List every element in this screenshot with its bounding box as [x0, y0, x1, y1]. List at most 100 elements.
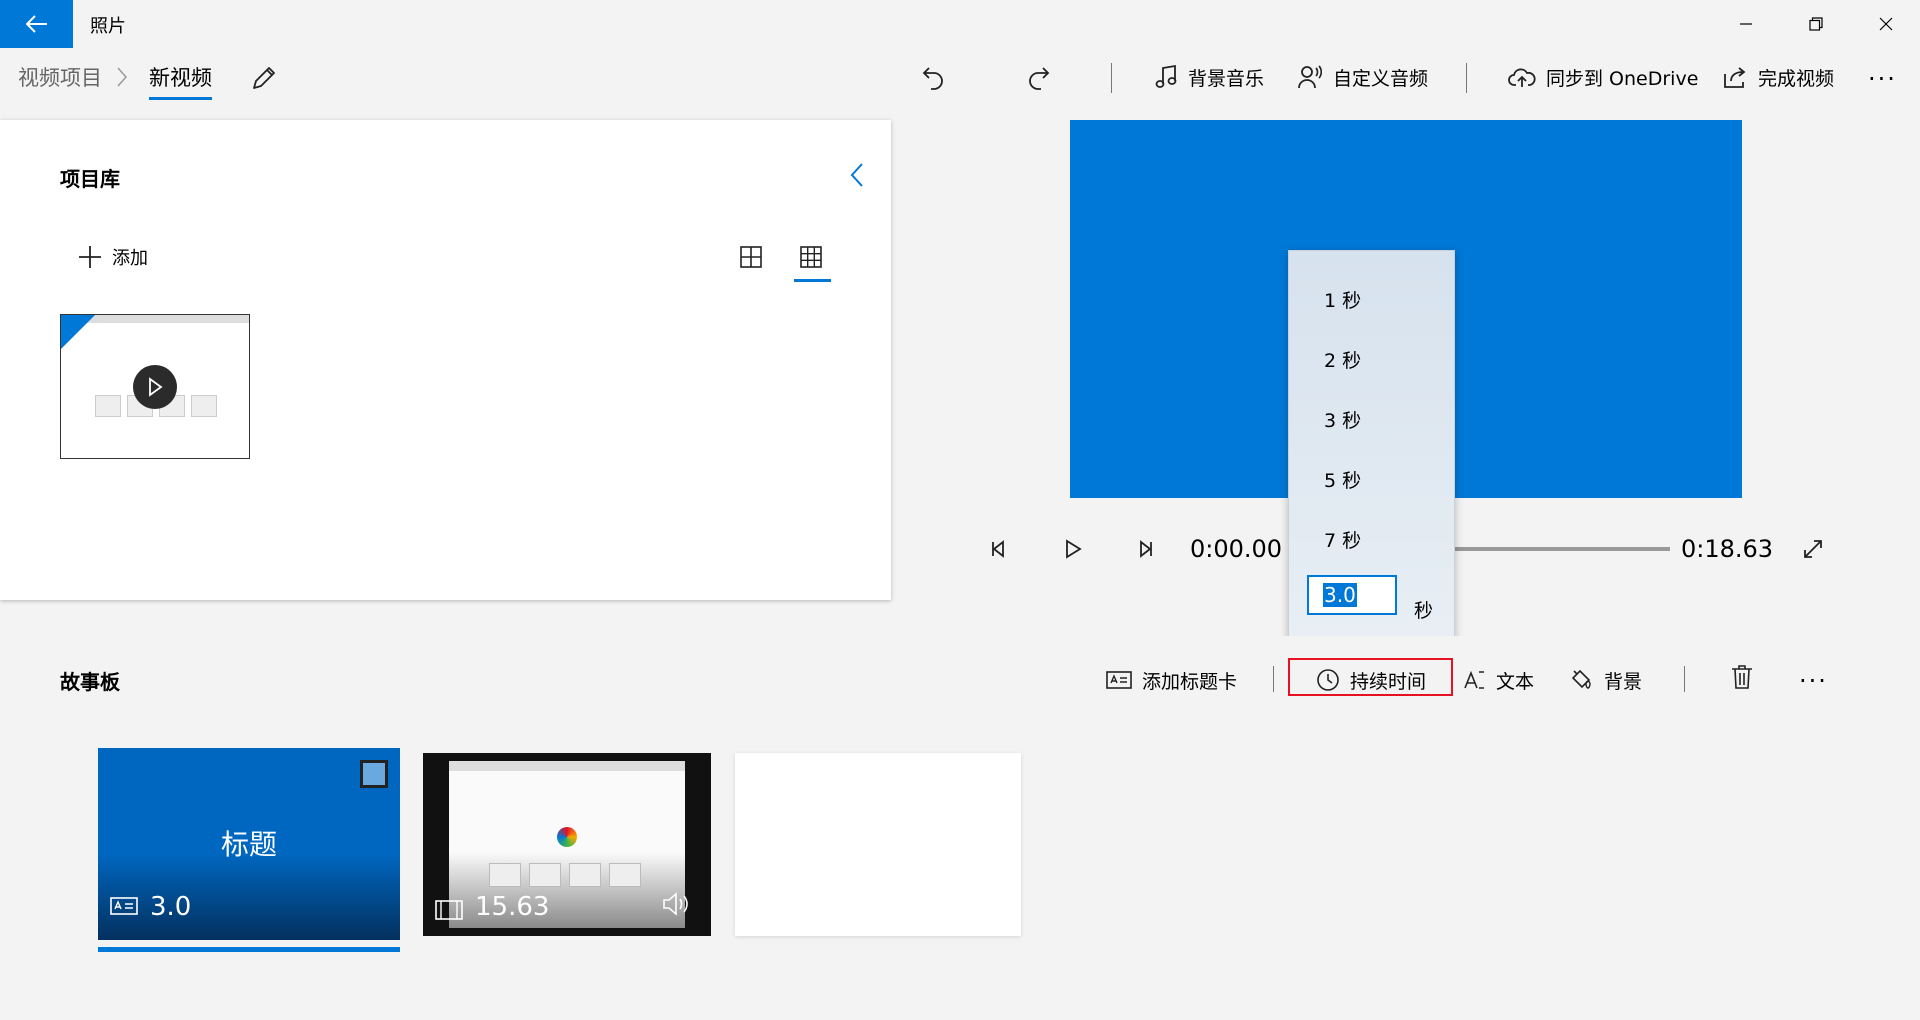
- duration-menu: 1 秒 2 秒 3 秒 5 秒 7 秒 3.0 秒: [1288, 250, 1455, 642]
- app-title: 照片: [90, 16, 126, 37]
- add-media-button[interactable]: 添加: [78, 244, 148, 270]
- title-card-icon: [1106, 671, 1132, 689]
- step-back-button[interactable]: [988, 538, 1010, 560]
- breadcrumb-underline: [149, 97, 212, 100]
- back-arrow-icon: [25, 15, 47, 33]
- duration-label: 持续时间: [1350, 670, 1427, 693]
- background-music-label: 背景音乐: [1188, 67, 1265, 90]
- pencil-icon: [253, 67, 275, 89]
- sync-onedrive-label: 同步到 OneDrive: [1546, 67, 1699, 90]
- redo-icon: [1029, 67, 1050, 90]
- card-select-checkbox[interactable]: [360, 760, 388, 788]
- storyboard-card-title[interactable]: 标题 3.0: [98, 748, 400, 940]
- speaker-icon: [663, 892, 688, 916]
- fullscreen-button[interactable]: [1802, 538, 1824, 560]
- custom-audio-button[interactable]: 自定义音频: [1297, 60, 1428, 94]
- thumbnail-play-button[interactable]: [133, 365, 177, 409]
- background-label: 背景: [1604, 670, 1643, 693]
- card-title-text: 标题: [220, 828, 277, 861]
- trash-icon: [1732, 665, 1752, 689]
- minimize-button[interactable]: [1711, 0, 1781, 48]
- undo-icon: [922, 67, 943, 90]
- duration-button[interactable]: 持续时间: [1316, 664, 1426, 696]
- chevron-right-icon: [117, 67, 128, 87]
- seek-track[interactable]: [1454, 547, 1670, 551]
- finish-video-button[interactable]: 完成视频: [1722, 60, 1834, 94]
- view-small-button[interactable]: [800, 246, 822, 268]
- duration-option-5s[interactable]: 5 秒: [1324, 466, 1361, 493]
- duration-option-1s[interactable]: 1 秒: [1324, 286, 1361, 313]
- back-button[interactable]: [0, 0, 73, 48]
- storyboard-card-empty[interactable]: [735, 753, 1021, 936]
- library-media-thumbnail[interactable]: [60, 314, 250, 459]
- play-button[interactable]: [1062, 538, 1084, 560]
- storyboard-separator: [1273, 666, 1274, 692]
- restore-icon: [1809, 17, 1823, 31]
- toolbar-separator: [1466, 63, 1467, 93]
- view-large-button[interactable]: [740, 246, 762, 268]
- storyboard-more-button[interactable]: ...: [1799, 660, 1828, 688]
- rename-button[interactable]: [250, 64, 278, 92]
- background-button[interactable]: 背景: [1570, 664, 1642, 696]
- storyboard-title: 故事板: [60, 670, 120, 694]
- breadcrumb-parent[interactable]: 视频项目: [18, 62, 102, 92]
- add-title-card-button[interactable]: 添加标题卡: [1106, 664, 1237, 696]
- total-time: 0:18.63: [1681, 535, 1774, 563]
- custom-duration-value: 3.0: [1323, 583, 1357, 607]
- storyboard-separator: [1684, 666, 1685, 692]
- close-button[interactable]: [1851, 0, 1920, 48]
- film-icon: [435, 900, 463, 920]
- cloud-upload-icon: [1508, 68, 1536, 87]
- finish-video-label: 完成视频: [1758, 67, 1835, 90]
- step-forward-icon: [1140, 540, 1152, 558]
- card-duration: 15.63: [475, 892, 550, 922]
- storyboard-card-video[interactable]: 15.63: [423, 753, 711, 936]
- restore-button[interactable]: [1781, 0, 1851, 48]
- background-music-button[interactable]: 背景音乐: [1154, 60, 1264, 94]
- undo-button[interactable]: [920, 64, 948, 92]
- expand-icon: [1804, 540, 1822, 558]
- custom-duration-input[interactable]: 3.0: [1307, 575, 1397, 615]
- music-note-icon: [1155, 64, 1177, 88]
- clock-icon: [1317, 669, 1339, 691]
- add-title-card-label: 添加标题卡: [1142, 670, 1238, 693]
- close-icon: [1879, 17, 1893, 31]
- used-corner-badge: [61, 315, 95, 349]
- grid-small-icon: [800, 246, 822, 268]
- title-card-icon: [110, 897, 138, 915]
- play-icon: [149, 377, 163, 397]
- breadcrumb-current: 新视频: [149, 66, 212, 90]
- text-icon: [1464, 670, 1484, 689]
- app-logo-icon: [557, 827, 577, 847]
- selected-card-indicator: [98, 947, 400, 952]
- person-audio-icon: [1298, 65, 1323, 89]
- step-back-icon: [992, 540, 1004, 558]
- custom-audio-label: 自定义音频: [1333, 67, 1429, 90]
- clip-buttons: [489, 863, 641, 887]
- plus-icon: [79, 246, 101, 268]
- chevron-left-icon: [850, 163, 863, 187]
- duration-option-2s[interactable]: 2 秒: [1324, 346, 1361, 373]
- step-forward-button[interactable]: [1134, 538, 1156, 560]
- delete-button[interactable]: [1731, 664, 1753, 690]
- redo-button[interactable]: [1024, 64, 1052, 92]
- sync-onedrive-button[interactable]: 同步到 OneDrive: [1508, 60, 1698, 94]
- custom-duration-unit: 秒: [1414, 600, 1434, 622]
- add-media-label: 添加: [112, 248, 148, 269]
- duration-option-3s[interactable]: 3 秒: [1324, 406, 1361, 433]
- play-icon: [1066, 539, 1082, 559]
- share-icon: [1724, 67, 1746, 88]
- collapse-library-button[interactable]: [850, 162, 864, 188]
- toolbar-separator: [1111, 63, 1112, 93]
- text-label: 文本: [1496, 670, 1535, 693]
- card-duration: 3.0: [150, 892, 192, 922]
- library-title: 项目库: [60, 167, 120, 191]
- text-button[interactable]: 文本: [1462, 664, 1534, 696]
- paint-bucket-icon: [1571, 669, 1591, 689]
- grid-large-icon: [740, 246, 762, 268]
- view-small-underline: [794, 279, 831, 282]
- duration-option-7s[interactable]: 7 秒: [1324, 526, 1361, 553]
- toolbar-more-button[interactable]: ...: [1868, 58, 1897, 86]
- title-bar: [0, 0, 1920, 48]
- current-time: 0:00.00: [1190, 535, 1283, 563]
